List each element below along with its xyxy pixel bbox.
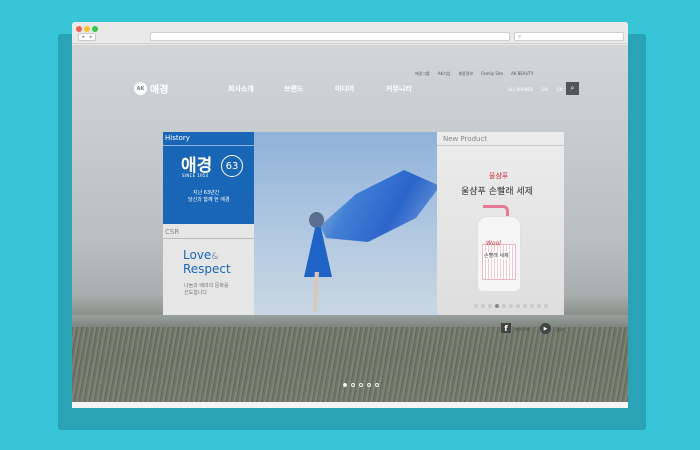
browser-titlebar: ◂ ▸ ⌕ [72,22,628,44]
menu-item-community[interactable]: 커뮤니티 [386,84,412,94]
facebook-label[interactable]: 페이스북 [515,327,530,333]
search-icon: ⌕ [570,84,575,92]
pager-dot[interactable] [544,304,548,308]
history-subtitle: 당신과 함께 한 애경 [188,197,230,203]
slide-dot-active[interactable] [343,383,347,387]
panel-tag: New Product [443,135,488,143]
csr-love-word: Love [183,248,212,262]
pager-dot[interactable] [509,304,513,308]
panel-divider [437,145,564,146]
pager-dot[interactable] [481,304,485,308]
product-pager [474,304,548,308]
panel-tag: History [165,134,190,142]
hero-photo [254,132,437,315]
csr-ampersand: & [211,252,219,262]
pager-dot[interactable] [516,304,520,308]
csr-heading-respect: Respect [183,262,231,276]
address-bar[interactable] [150,32,510,41]
girl-head-image [309,212,324,228]
utility-link[interactable]: 애경그룹 [415,71,430,77]
panel-tag: CSR [165,228,180,236]
site-logo[interactable]: AK 애경 [134,81,168,96]
menu-item-brand[interactable]: 브랜드 [284,84,303,94]
utility-link[interactable]: AK기업 [438,71,451,77]
blue-scarf-image [320,170,437,242]
pager-dot[interactable] [474,304,478,308]
lang-cn-link[interactable]: CN [557,87,563,92]
bottle-label-image [482,244,516,280]
csr-subtitle: 선도합니다 [184,290,208,296]
pager-dot-active[interactable] [495,304,499,308]
panel-divider [163,145,254,146]
logo-mark-icon: AK [134,82,147,95]
utility-nav: 애경그룹 AK기업 채용정보 Family Site AK BEAUTY [415,71,533,77]
utility-link[interactable]: Family Site [481,71,503,77]
history-panel[interactable]: History 애경 63 SINCE 1954 지난 63년간 당신과 함께 … [163,132,254,224]
slide-dot[interactable] [367,383,371,387]
pager-dot[interactable] [523,304,527,308]
pager-dot[interactable] [488,304,492,308]
logo-text: 애경 [150,85,169,96]
utility-link[interactable]: AK BEAUTY [511,71,533,77]
product-brand-title: 울샴푸 [489,172,509,180]
bottle-brand-logo: Wool [486,240,501,247]
browser-bottom-bar [72,402,628,408]
slide-dot[interactable] [375,383,379,387]
bottle-product-name: 손빨래 세제 [484,252,509,259]
all-brands-link[interactable]: ALL BRANDS [508,87,533,92]
history-subtitle: 지난 63년간 [193,190,220,196]
hero-panels: History 애경 63 SINCE 1954 지난 63년간 당신과 함께 … [163,132,564,315]
history-years-badge: 63 [221,155,243,177]
ad-label[interactable]: 광고 [556,327,563,333]
minimize-window-button[interactable] [84,26,90,32]
history-since: SINCE 1954 [182,173,209,178]
csr-subtitle: 나눔과 배려의 문화를 [184,283,229,289]
play-icon[interactable]: ▶ [540,323,551,334]
header-right-links: ALL BRANDS EN CN [508,87,563,92]
slide-dot[interactable] [359,383,363,387]
pager-dot[interactable] [502,304,506,308]
grass-field [72,327,628,402]
girl-legs-image [313,272,319,312]
close-window-button[interactable] [76,26,82,32]
pager-dot[interactable] [530,304,534,308]
csr-panel[interactable]: CSR Love& Respect 나눔과 배려의 문화를 선도합니다 [163,224,254,315]
slide-dot[interactable] [351,383,355,387]
facebook-icon[interactable]: f [501,323,511,333]
hero-slide-pager [343,383,379,387]
panel-divider [163,238,254,239]
browser-window: ◂ ▸ ⌕ 애경그룹 AK기업 채용정보 Family Site AK BEAU… [72,22,628,408]
menu-item-company[interactable]: 회사소개 [228,84,254,94]
csr-heading-love: Love& [183,248,218,262]
product-title: 울샴푸 손빨래 세제 [461,187,533,197]
lang-en-link[interactable]: EN [542,87,548,92]
utility-link[interactable]: 채용정보 [458,71,473,77]
new-product-panel[interactable]: New Product 울샴푸 울샴푸 손빨래 세제 Wool 손빨래 세제 [437,132,564,315]
menu-item-media[interactable]: 미디어 [335,84,354,94]
pager-dot[interactable] [537,304,541,308]
browser-nav-buttons: ◂ ▸ [78,33,96,41]
forward-arrow-icon[interactable]: ▸ [87,34,95,40]
browser-search-field[interactable]: ⌕ [514,32,624,41]
search-icon: ⌕ [518,33,522,40]
maximize-window-button[interactable] [92,26,98,32]
page-viewport: 애경그룹 AK기업 채용정보 Family Site AK BEAUTY AK … [72,45,628,402]
back-arrow-icon[interactable]: ◂ [79,34,87,40]
site-search-button[interactable]: ⌕ [566,82,579,95]
